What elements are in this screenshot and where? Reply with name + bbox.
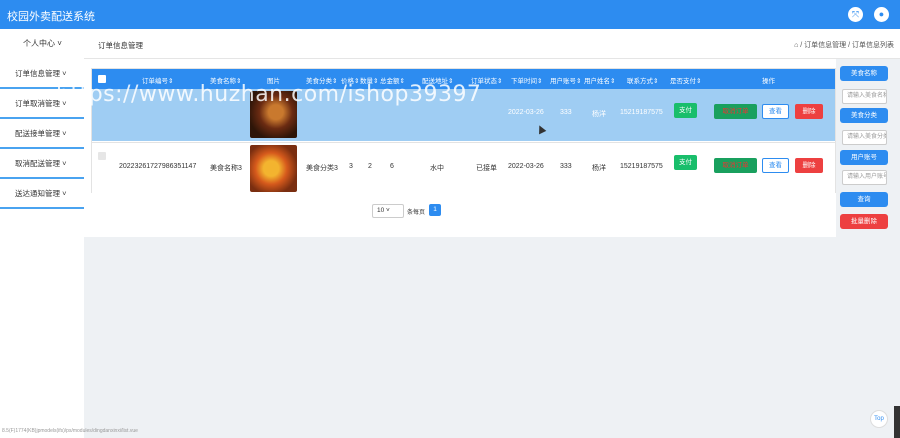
edge-scrollbar[interactable]: [894, 406, 900, 438]
category-label-button[interactable]: 美食分类: [840, 108, 888, 123]
top-bar: 校园外卖配送系统 ⤧ ●: [0, 0, 900, 29]
cancel-order-button[interactable]: 取消订单: [714, 158, 757, 173]
cell-time: 2022-03-26: [508, 109, 544, 116]
view-button[interactable]: 查看: [762, 104, 789, 119]
header-bar: 订单信息管理 ⌂ / 订单信息管理 / 订单信息列表: [84, 29, 900, 59]
sidebar-item-delivery-cancel[interactable]: 取消配送管理 ˅: [0, 149, 84, 179]
cell-phone: 15219187575: [620, 109, 663, 116]
category-input[interactable]: 请输入美食分类: [842, 130, 887, 145]
back-to-top-button[interactable]: Top: [870, 410, 888, 428]
cell-name: 杨洋: [592, 165, 606, 172]
cell-qty: 2: [368, 163, 372, 170]
cancel-order-button[interactable]: 取消订单: [714, 104, 757, 119]
col-name[interactable]: 用户姓名⇕: [584, 75, 615, 85]
cell-phone: 15219187575: [620, 163, 663, 170]
account-input[interactable]: 请输入用户账号: [842, 170, 887, 185]
app-title: 校园外卖配送系统: [7, 11, 95, 23]
per-page-label: 条每页: [407, 210, 426, 216]
cell-address: 水中: [430, 165, 444, 172]
col-time[interactable]: 下单时间⇕: [511, 75, 542, 85]
cell-name: 杨洋: [592, 111, 606, 118]
col-phone[interactable]: 联系方式⇕: [627, 75, 658, 85]
sidebar-item-delivery-accept[interactable]: 配送接单管理 ˅: [0, 119, 84, 149]
search-button[interactable]: 查询: [840, 192, 888, 207]
cell-status: 已接单: [476, 165, 497, 172]
watermark-text: https://www.huzhan.com/ishop39397: [56, 82, 482, 107]
cell-account: 333: [560, 163, 572, 170]
col-account[interactable]: 用户账号⇕: [550, 75, 581, 85]
cell-time: 2022-03-26: [508, 163, 544, 170]
cell-order-no: 20223261727986351147: [119, 163, 197, 170]
breadcrumb[interactable]: ⌂ / 订单信息管理 / 订单信息列表: [794, 40, 894, 50]
food-name-label-button[interactable]: 美食名称: [840, 66, 888, 81]
status-bar: 8.5(F)1774(KB)jpmodels(ifs)/ps/modules/d…: [2, 428, 138, 434]
food-name-input[interactable]: 请输入美食名称: [842, 89, 887, 104]
cell-category: 美食分类3: [306, 165, 338, 172]
page-size-select[interactable]: 10 ˅: [372, 204, 404, 218]
col-actions: 操作: [762, 78, 775, 85]
account-label-button[interactable]: 用户账号: [840, 150, 888, 165]
delete-button[interactable]: 删除: [795, 158, 823, 173]
cell-account: 333: [560, 109, 572, 116]
delete-button[interactable]: 删除: [795, 104, 823, 119]
page-number-button[interactable]: 1: [429, 204, 441, 216]
row-checkbox[interactable]: [98, 152, 106, 160]
cell-total: 6: [390, 163, 394, 170]
cell-price: 3: [349, 163, 353, 170]
page-title: 订单信息管理: [98, 41, 143, 50]
batch-delete-button[interactable]: 批量删除: [840, 214, 888, 229]
cell-food-name: 美食名称3: [210, 165, 242, 172]
pagination: 10 ˅ 条每页 1: [372, 204, 572, 220]
fullscreen-icon[interactable]: ⤧: [848, 7, 863, 22]
pay-button[interactable]: 支付: [674, 103, 697, 118]
view-button[interactable]: 查看: [762, 158, 789, 173]
table-row[interactable]: 20223261727986351147 美食名称3 美食分类3 3 2 6 水…: [92, 142, 835, 194]
col-paid[interactable]: 是否支付⇕: [670, 75, 701, 85]
page-size-value: 10: [377, 207, 385, 214]
user-avatar-icon[interactable]: ●: [874, 7, 889, 22]
pay-button[interactable]: 支付: [674, 155, 697, 170]
sidebar-item-personal-center[interactable]: 个人中心 ˅: [0, 29, 84, 59]
sidebar-item-delivery-notice[interactable]: 送达通知管理 ˅: [0, 179, 84, 209]
food-image: [250, 145, 297, 192]
